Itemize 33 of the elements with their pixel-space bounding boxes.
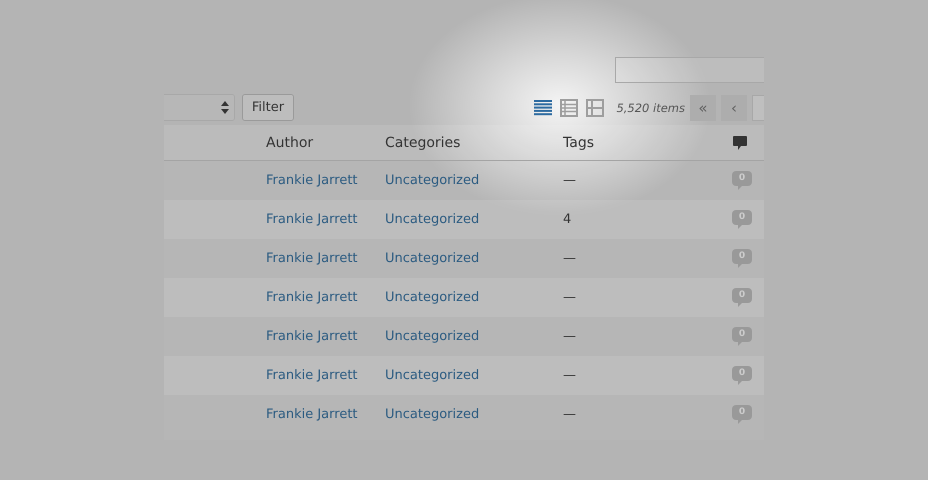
up-down-arrows-icon bbox=[221, 101, 229, 114]
tags-cell: — bbox=[563, 368, 576, 383]
category-link[interactable]: Uncategorized bbox=[385, 173, 480, 188]
author-link[interactable]: Frankie Jarrett bbox=[266, 212, 358, 227]
author-link[interactable]: Frankie Jarrett bbox=[266, 329, 358, 344]
category-link[interactable]: Uncategorized bbox=[385, 329, 480, 344]
column-header: Tags bbox=[563, 134, 594, 150]
excerpt-view-icon[interactable] bbox=[560, 98, 578, 116]
grid-view-icon[interactable] bbox=[586, 98, 604, 116]
tags-cell: — bbox=[563, 329, 576, 344]
comment-icon[interactable] bbox=[732, 134, 748, 150]
category-link[interactable]: Uncategorized bbox=[385, 212, 480, 227]
tags-cell: — bbox=[563, 290, 576, 305]
category-link[interactable]: Uncategorized bbox=[385, 368, 480, 383]
author-link[interactable]: Frankie Jarrett bbox=[266, 173, 358, 188]
tags-cell: — bbox=[563, 173, 576, 188]
item-count: 5,520 items bbox=[616, 100, 685, 114]
category-link[interactable]: Uncategorized bbox=[385, 251, 480, 266]
tags-cell: — bbox=[563, 251, 576, 266]
search-field[interactable] bbox=[615, 57, 764, 83]
bulk-select[interactable] bbox=[164, 94, 235, 121]
list-view-icon[interactable] bbox=[534, 100, 552, 116]
category-link[interactable]: Uncategorized bbox=[385, 407, 480, 422]
column-header[interactable]: Categories bbox=[385, 134, 460, 150]
author-link[interactable]: Frankie Jarrett bbox=[266, 290, 358, 305]
filter-button[interactable]: Filter bbox=[242, 94, 294, 121]
column-header[interactable]: Author bbox=[266, 134, 314, 150]
tags-cell: — bbox=[563, 407, 576, 422]
author-link[interactable]: Frankie Jarrett bbox=[266, 368, 358, 383]
author-link[interactable]: Frankie Jarrett bbox=[266, 407, 358, 422]
category-link[interactable]: Uncategorized bbox=[385, 290, 480, 305]
tags-cell: 4 bbox=[563, 212, 572, 227]
author-link[interactable]: Frankie Jarrett bbox=[266, 251, 358, 266]
